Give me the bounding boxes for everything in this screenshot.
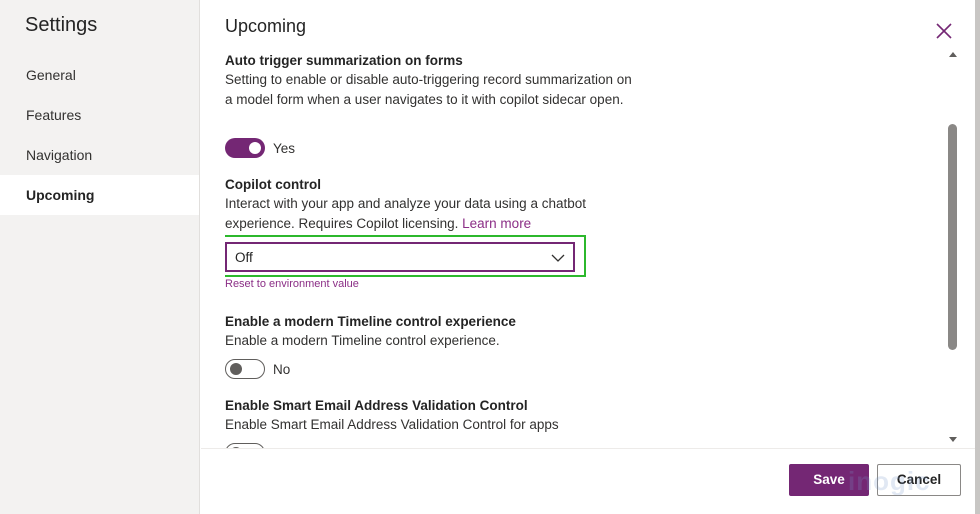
sidebar-title: Settings [25, 14, 98, 36]
scroll-down-icon[interactable] [949, 437, 957, 442]
email-validation-description: Enable Smart Email Address Validation Co… [225, 417, 559, 432]
copilot-control-title: Copilot control [225, 177, 321, 192]
reset-to-environment-link[interactable]: Reset to environment value [225, 278, 359, 290]
settings-sidebar: Settings General Features Navigation Upc… [0, 0, 200, 514]
settings-content: Auto trigger summarization on forms Sett… [225, 0, 925, 448]
dropdown-value: Off [235, 250, 253, 265]
timeline-toggle[interactable] [225, 359, 265, 379]
sidebar-item-navigation[interactable]: Navigation [0, 135, 199, 175]
toggle-knob [249, 142, 261, 154]
footer-divider [201, 448, 980, 449]
scroll-thumb[interactable] [948, 124, 957, 350]
close-button[interactable] [934, 21, 954, 41]
copilot-control-dropdown[interactable]: Off [225, 242, 575, 272]
content-scrollbar[interactable] [947, 52, 959, 442]
sidebar-item-upcoming[interactable]: Upcoming [0, 175, 199, 215]
learn-more-link[interactable]: Learn more [462, 216, 531, 231]
timeline-description: Enable a modern Timeline control experie… [225, 333, 500, 348]
close-icon [936, 23, 952, 39]
sidebar-item-features[interactable]: Features [0, 95, 199, 135]
scroll-up-icon[interactable] [949, 52, 957, 57]
email-validation-title: Enable Smart Email Address Validation Co… [225, 398, 528, 413]
auto-summarize-title: Auto trigger summarization on forms [225, 53, 463, 68]
auto-summarize-toggle[interactable] [225, 138, 265, 158]
sidebar-item-general[interactable]: General [0, 55, 199, 95]
timeline-title: Enable a modern Timeline control experie… [225, 314, 516, 329]
auto-summarize-toggle-label: Yes [273, 141, 296, 156]
copilot-description-text: Interact with your app and analyze your … [225, 196, 586, 231]
background-window-edge [975, 0, 980, 514]
copilot-control-description: Interact with your app and analyze your … [225, 194, 625, 234]
watermark-logo: inogic [848, 466, 931, 496]
toggle-knob [230, 363, 242, 375]
settings-main-panel: Upcoming Auto trigger summarization on f… [201, 0, 980, 514]
chevron-down-icon [551, 254, 565, 262]
auto-summarize-description: Setting to enable or disable auto-trigge… [225, 72, 632, 107]
timeline-toggle-label: No [273, 362, 291, 377]
